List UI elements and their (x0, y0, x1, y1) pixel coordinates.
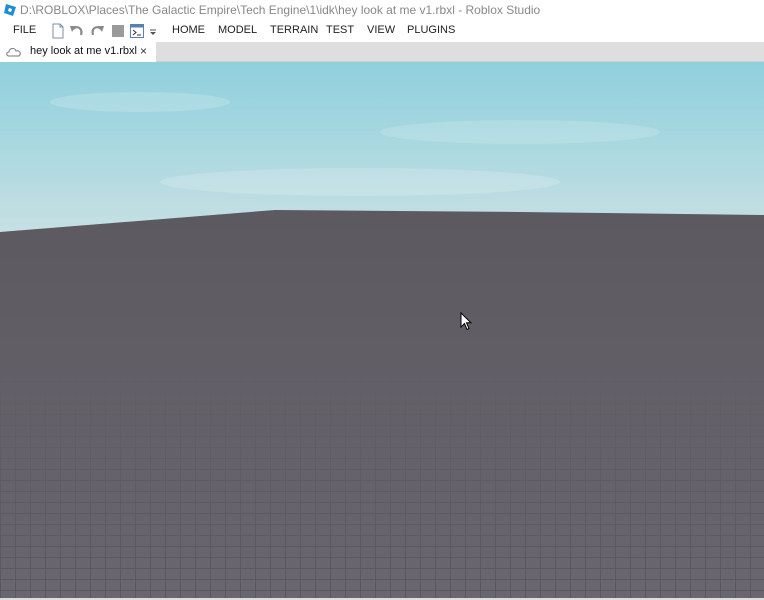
ribbon-menu-bar: FILE HOME MODEL TERRAIN TEST VIEW PLUGIN… (0, 20, 764, 42)
file-menu[interactable]: FILE (13, 24, 36, 36)
redo-icon[interactable] (89, 23, 105, 39)
document-tab[interactable]: hey look at me v1.rbxl × (0, 42, 156, 62)
tab-home[interactable]: HOME (172, 24, 205, 36)
3d-viewport[interactable] (0, 62, 764, 598)
document-tab-label: hey look at me v1.rbxl (30, 45, 137, 57)
window-title: D:\ROBLOX\Places\The Galactic Empire\Tec… (20, 3, 541, 17)
document-tab-strip: hey look at me v1.rbxl × (0, 42, 764, 62)
tab-test[interactable]: TEST (326, 24, 354, 36)
customize-dropdown-icon[interactable] (148, 23, 158, 39)
close-tab-button[interactable]: × (140, 44, 147, 58)
cloud-icon (6, 48, 21, 57)
tab-terrain[interactable]: TERRAIN (270, 24, 318, 36)
new-file-icon[interactable] (50, 23, 66, 39)
undo-icon[interactable] (69, 23, 85, 39)
scene (0, 62, 764, 598)
roblox-studio-icon (4, 4, 16, 16)
script-icon[interactable] (129, 23, 145, 39)
sky (0, 62, 764, 232)
tab-model[interactable]: MODEL (218, 24, 257, 36)
mouse-pointer-icon (460, 312, 472, 331)
tab-plugins[interactable]: PLUGINS (407, 24, 455, 36)
tab-view[interactable]: VIEW (367, 24, 395, 36)
title-bar: D:\ROBLOX\Places\The Galactic Empire\Tec… (0, 0, 764, 20)
stop-icon[interactable] (110, 23, 126, 39)
